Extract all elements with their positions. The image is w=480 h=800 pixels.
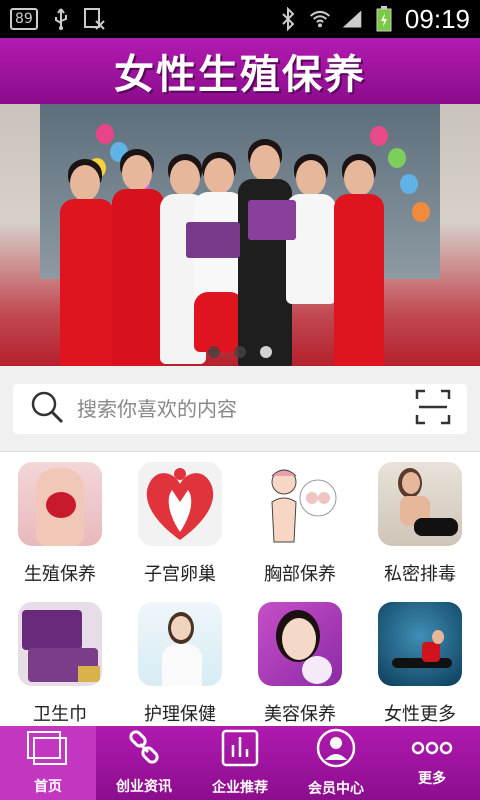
- debug-icon: [83, 7, 106, 31]
- battery-icon: [373, 6, 395, 32]
- tab-label: 会员中心: [308, 781, 364, 797]
- category-thumbnail: [258, 462, 342, 546]
- category-label: 子宫卵巢: [144, 564, 216, 585]
- bluetooth-icon: [277, 7, 299, 31]
- carousel-dot-active[interactable]: [260, 346, 272, 358]
- tab-label: 创业资讯: [116, 779, 172, 795]
- chart-icon: [221, 729, 259, 771]
- link-icon: [126, 730, 162, 770]
- tab-member-center[interactable]: 会员中心: [288, 726, 384, 800]
- category-label: 卫生巾: [33, 704, 87, 725]
- carousel-dot[interactable]: [234, 346, 246, 358]
- status-bar: 89 09:19: [0, 0, 480, 38]
- category-label: 女性更多: [384, 704, 456, 725]
- app-header: 女性生殖保养: [0, 38, 480, 104]
- signal-icon: [341, 7, 363, 31]
- category-thumbnail: [18, 462, 102, 546]
- page-title: 女性生殖保养: [114, 52, 366, 98]
- balloon: [400, 174, 418, 194]
- tab-label: 首页: [34, 779, 62, 795]
- category-thumbnail: [378, 602, 462, 686]
- category-item[interactable]: 胸部保养: [240, 452, 360, 592]
- balloon: [370, 126, 388, 146]
- balloon: [388, 148, 406, 168]
- category-label: 胸部保养: [264, 564, 336, 585]
- carousel-indicator: [0, 346, 480, 358]
- clock: 09:19: [404, 3, 470, 34]
- category-item[interactable]: 卫生巾: [0, 592, 120, 726]
- category-item[interactable]: 子宫卵巢: [120, 452, 240, 592]
- bottom-tab-bar: 首页 创业资讯 企业推荐 会员中心 更多: [0, 726, 480, 800]
- category-label: 生殖保养: [24, 564, 96, 585]
- category-thumbnail: [378, 462, 462, 546]
- carousel-dot[interactable]: [208, 346, 220, 358]
- user-icon: [316, 728, 356, 772]
- scan-icon[interactable]: [415, 389, 451, 429]
- home-icon: [26, 730, 70, 770]
- category-label: 私密排毒: [384, 564, 456, 585]
- category-item[interactable]: 护理保健: [120, 592, 240, 726]
- category-item[interactable]: 生殖保养: [0, 452, 120, 592]
- category-thumbnail: [138, 462, 222, 546]
- wifi-icon: [309, 7, 331, 31]
- category-item[interactable]: 美容保养: [240, 592, 360, 726]
- tab-more[interactable]: 更多: [384, 726, 480, 800]
- product-box: [186, 222, 240, 258]
- category-label: 护理保健: [144, 704, 216, 725]
- category-item[interactable]: 女性更多: [360, 592, 480, 726]
- search-input[interactable]: [77, 397, 415, 421]
- category-grid: 生殖保养 子宫卵巢 胸部保养 私密排毒 卫生巾 护理保健 美容保养 女性更多: [0, 452, 480, 726]
- banner-carousel[interactable]: [0, 104, 480, 366]
- balloon: [412, 202, 430, 222]
- category-thumbnail: [138, 602, 222, 686]
- tab-startup-news[interactable]: 创业资讯: [96, 726, 192, 800]
- search-section: [0, 366, 480, 452]
- more-icon: [410, 738, 454, 762]
- category-label: 美容保养: [264, 704, 336, 725]
- tab-label: 更多: [418, 771, 446, 787]
- category-item[interactable]: 私密排毒: [360, 452, 480, 592]
- search-icon: [29, 389, 65, 429]
- product-box: [248, 200, 296, 240]
- tab-company-recommend[interactable]: 企业推荐: [192, 726, 288, 800]
- balloon: [96, 124, 114, 144]
- search-bar[interactable]: [13, 384, 467, 434]
- tab-home[interactable]: 首页: [0, 726, 96, 800]
- tab-label: 企业推荐: [212, 780, 268, 796]
- category-thumbnail: [258, 602, 342, 686]
- notification-badge: 89: [10, 8, 38, 30]
- usb-icon: [50, 7, 72, 31]
- category-thumbnail: [18, 602, 102, 686]
